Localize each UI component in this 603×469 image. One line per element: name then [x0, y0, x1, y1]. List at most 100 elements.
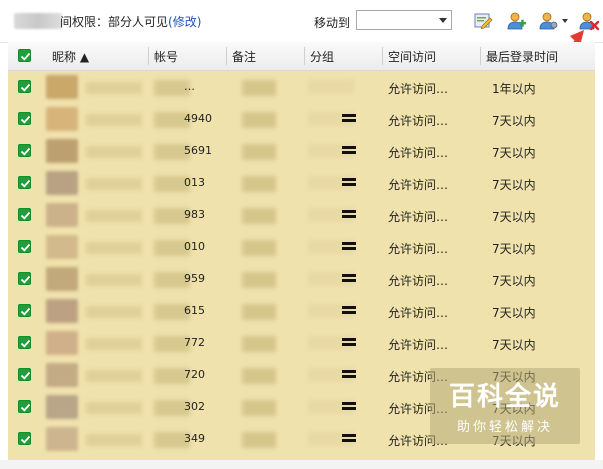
group-marker — [342, 210, 356, 213]
group-marker — [342, 306, 356, 309]
note-blurred — [242, 272, 276, 288]
group-marker — [342, 114, 356, 117]
account-text: 5691 — [184, 144, 212, 157]
space-access-text: 允许访问… — [388, 82, 449, 96]
column-space-access[interactable]: 空间访问 — [388, 48, 436, 65]
account-text: 983 — [184, 208, 205, 221]
nickname-blurred — [86, 146, 142, 158]
group-marker — [342, 242, 356, 245]
row-checkbox[interactable] — [18, 176, 31, 189]
last-login-text: 7天以内 — [492, 114, 536, 128]
modify-link[interactable]: (修改) — [168, 15, 201, 29]
select-all-checkbox[interactable] — [18, 49, 31, 62]
account-text: … — [184, 80, 195, 93]
watermark-title: 百科全说 — [448, 382, 561, 412]
nickname-blurred — [86, 82, 142, 94]
column-nickname[interactable]: 昵称 ▲ — [52, 48, 89, 65]
account-text: 720 — [184, 368, 205, 381]
edit-icon[interactable] — [472, 10, 494, 32]
row-checkbox[interactable] — [18, 400, 31, 413]
last-login-text: 7天以内 — [492, 210, 536, 224]
nickname-blurred — [86, 306, 142, 318]
account-text: 010 — [184, 240, 205, 253]
table-row[interactable]: 013 允许访问… 7天以内 — [8, 167, 595, 199]
note-blurred — [242, 112, 276, 128]
avatar — [46, 75, 78, 99]
nickname-blurred — [86, 370, 142, 382]
avatar — [46, 299, 78, 323]
row-checkbox[interactable] — [18, 336, 31, 349]
account-text: 615 — [184, 304, 205, 317]
column-divider[interactable] — [480, 47, 481, 65]
note-blurred — [242, 176, 276, 192]
account-text: 302 — [184, 400, 205, 413]
column-note[interactable]: 备注 — [232, 48, 256, 65]
column-divider[interactable] — [304, 47, 305, 65]
account-text: 4940 — [184, 112, 212, 125]
row-checkbox[interactable] — [18, 368, 31, 381]
move-to-label: 移动到 — [314, 16, 351, 30]
nickname-blurred — [86, 434, 142, 446]
table-row[interactable]: 010 允许访问… 7天以内 — [8, 231, 595, 263]
avatar — [46, 107, 78, 131]
column-divider[interactable] — [226, 47, 227, 65]
toolbar: 间权限：部分人可见(修改) 移动到 — [0, 0, 603, 43]
space-access-text: 允许访问… — [388, 146, 449, 160]
note-blurred — [242, 80, 276, 96]
nickname-blurred — [86, 178, 142, 190]
nickname-blurred — [86, 210, 142, 222]
row-checkbox[interactable] — [18, 272, 31, 285]
space-access-text: 允许访问… — [388, 210, 449, 224]
nickname-blurred — [86, 114, 142, 126]
avatar — [46, 331, 78, 355]
column-divider[interactable] — [382, 47, 383, 65]
table-row[interactable]: 959 允许访问… 7天以内 — [8, 263, 595, 295]
nickname-blurred — [86, 274, 142, 286]
last-login-text: 7天以内 — [492, 338, 536, 352]
table-row[interactable]: 615 允许访问… 7天以内 — [8, 295, 595, 327]
group-marker — [342, 402, 356, 405]
move-to-select[interactable] — [356, 10, 452, 30]
space-access-text: 允许访问… — [388, 306, 449, 320]
row-checkbox[interactable] — [18, 112, 31, 125]
watermark: 百科全说 助你轻松解决 — [430, 368, 580, 444]
note-blurred — [242, 144, 276, 160]
last-login-text: 1年以内 — [492, 82, 536, 96]
last-login-text: 7天以内 — [492, 178, 536, 192]
group-marker — [342, 146, 356, 149]
column-group[interactable]: 分组 — [310, 48, 334, 65]
table-row[interactable]: 4940 允许访问… 7天以内 — [8, 103, 595, 135]
table-row[interactable]: 5691 允许访问… 7天以内 — [8, 135, 595, 167]
table-row[interactable]: … 允许访问… 1年以内 — [8, 71, 595, 103]
row-checkbox[interactable] — [18, 208, 31, 221]
row-checkbox[interactable] — [18, 80, 31, 93]
note-blurred — [242, 336, 276, 352]
row-checkbox[interactable] — [18, 240, 31, 253]
last-login-text: 7天以内 — [492, 146, 536, 160]
group-blurred — [308, 80, 354, 94]
note-blurred — [242, 304, 276, 320]
note-blurred — [242, 432, 276, 448]
note-blurred — [242, 400, 276, 416]
note-blurred — [242, 368, 276, 384]
space-access-text: 允许访问… — [388, 338, 449, 352]
last-login-text: 7天以内 — [492, 274, 536, 288]
row-checkbox[interactable] — [18, 144, 31, 157]
last-login-text: 7天以内 — [492, 306, 536, 320]
space-access-text: 允许访问… — [388, 178, 449, 192]
column-account[interactable]: 帐号 — [154, 48, 178, 65]
column-last-login[interactable]: 最后登录时间 — [486, 48, 558, 65]
table-row[interactable]: 983 允许访问… 7天以内 — [8, 199, 595, 231]
column-divider[interactable] — [148, 47, 149, 65]
space-access-text: 允许访问… — [388, 242, 449, 256]
permission-text: 间权限：部分人可见(修改) — [60, 13, 201, 30]
chevron-down-icon[interactable] — [562, 19, 568, 23]
space-access-text: 允许访问… — [388, 274, 449, 288]
group-marker — [342, 370, 356, 373]
table-row[interactable]: 772 允许访问… 7天以内 — [8, 327, 595, 359]
row-checkbox[interactable] — [18, 432, 31, 445]
row-checkbox[interactable] — [18, 304, 31, 317]
nickname-blurred — [86, 402, 142, 414]
account-text: 772 — [184, 336, 205, 349]
avatar — [46, 171, 78, 195]
